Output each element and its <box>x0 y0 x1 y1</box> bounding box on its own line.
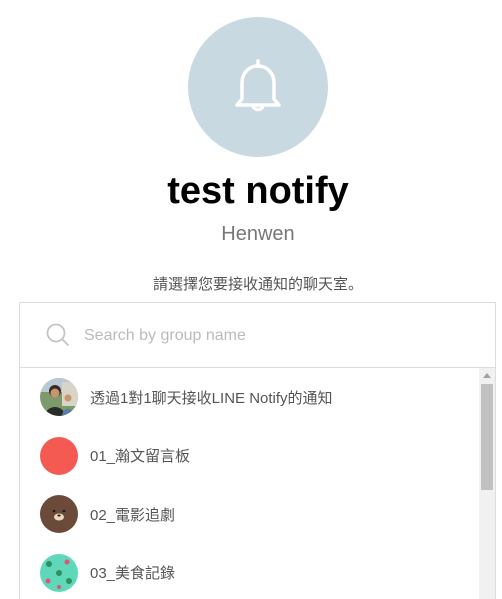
bell-icon <box>235 59 281 112</box>
notify-connect-page: test notify Henwen 請選擇您要接收通知的聊天室。 Search… <box>0 0 502 599</box>
chat-room-label: 透過1對1聊天接收LINE Notify的通知 <box>90 389 333 407</box>
chat-room-list-area: 透過1對1聊天接收LINE Notify的通知 01_瀚文留言板 02_電影追劇… <box>20 368 495 599</box>
red-circle-avatar <box>40 436 78 475</box>
scroll-up-arrow-icon[interactable] <box>479 372 495 382</box>
chat-room-label: 01_瀚文留言板 <box>90 448 191 466</box>
owner-name: Henwen <box>221 223 295 245</box>
chat-room-list: 透過1對1聊天接收LINE Notify的通知 01_瀚文留言板 02_電影追劇… <box>20 368 480 599</box>
chat-room-label: 02_電影追劇 <box>90 506 176 524</box>
chat-room-item-1on1[interactable]: 透過1對1聊天接收LINE Notify的通知 <box>20 368 480 427</box>
search-icon <box>46 323 69 346</box>
service-icon-circle <box>188 17 328 157</box>
mint-pattern-avatar <box>40 553 78 592</box>
list-scrollbar[interactable] <box>479 368 495 599</box>
service-name: test notify <box>167 170 349 212</box>
search-input[interactable] <box>82 321 466 351</box>
chat-room-label: 03_美食記錄 <box>90 565 176 583</box>
chat-room-item[interactable]: 02_電影追劇 <box>20 485 480 544</box>
instruction-text: 請選擇您要接收通知的聊天室。 <box>152 276 363 293</box>
chat-room-item[interactable]: 01_瀚文留言板 <box>20 427 480 486</box>
scrollbar-thumb[interactable] <box>481 384 493 490</box>
user-photo-avatar <box>40 378 78 417</box>
chat-room-item[interactable]: 03_美食記錄 <box>20 544 480 599</box>
search-bar <box>20 303 495 368</box>
chat-room-selector: 透過1對1聊天接收LINE Notify的通知 01_瀚文留言板 <box>19 302 496 599</box>
brown-character-avatar <box>40 495 78 534</box>
